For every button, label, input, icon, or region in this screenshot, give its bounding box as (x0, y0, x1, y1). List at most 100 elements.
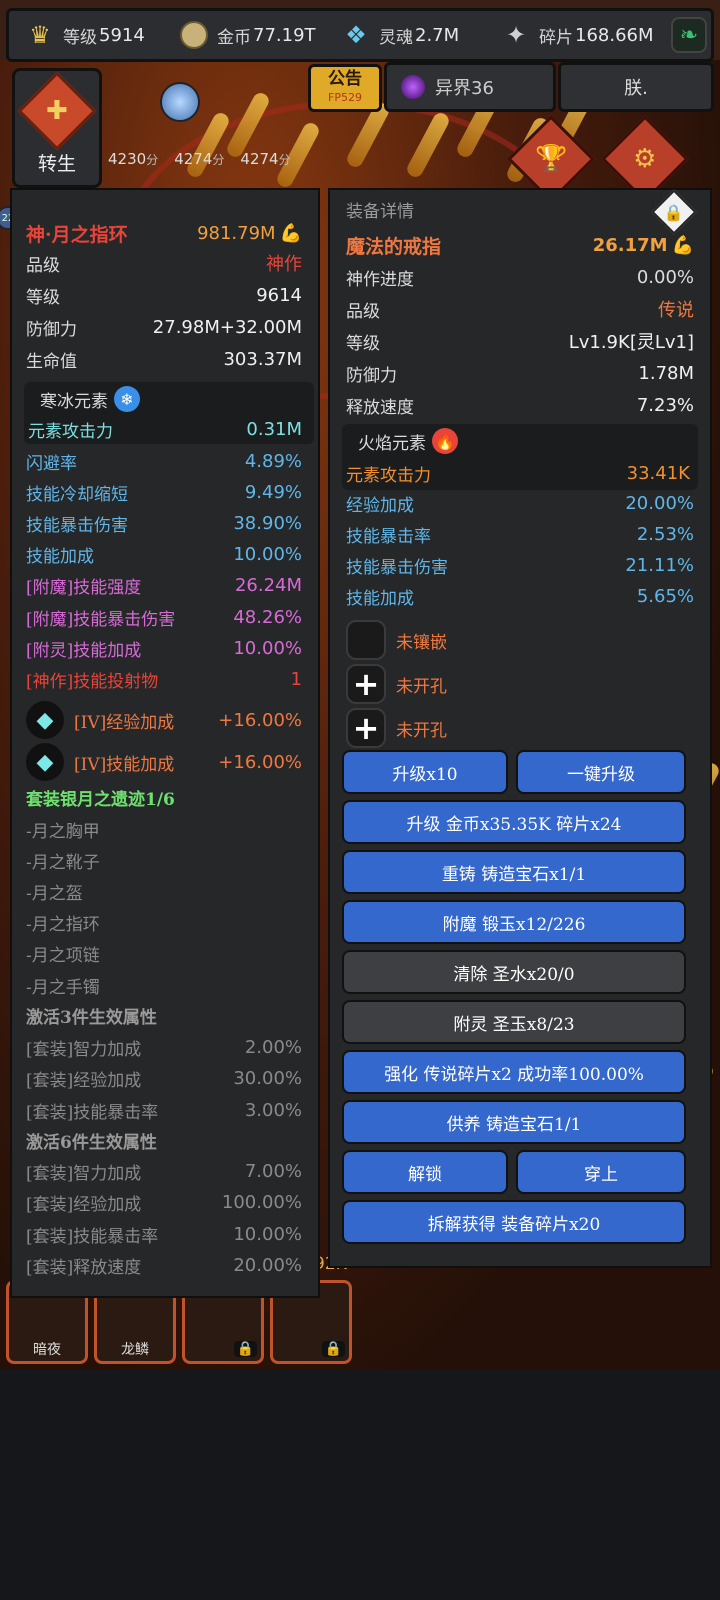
reforge-button[interactable]: 重铸 铸造宝石x1/1 (342, 850, 686, 894)
stat-label: [套装]技能暴击率 (26, 1102, 159, 1123)
set-bonus-row: [套装]释放速度 20.00% (12, 1251, 318, 1281)
score-value: 4274 (240, 150, 279, 168)
stat-label: -月之项链 (26, 946, 100, 967)
spirit-button[interactable]: 附灵 圣玉x8/23 (342, 1000, 686, 1044)
stat-label: -月之盔 (26, 883, 83, 904)
tile-label: 龙鳞 (121, 1342, 149, 1358)
stat-value: 7.23% (636, 394, 694, 416)
plus-icon[interactable]: + (346, 708, 386, 748)
stat-label: [套装]经验加成 (26, 1195, 142, 1215)
slot-label: 未镶嵌 (396, 633, 447, 653)
ice-element-box: 寒冰元素 ❄ 元素攻击力 0.31M (24, 382, 314, 444)
stat-value: 10.00% (233, 1223, 302, 1245)
stat-label: 品级 (346, 301, 380, 322)
one-key-upgrade-button[interactable]: 一键升级 (516, 750, 686, 794)
gold-label: 金币 (217, 27, 251, 48)
stat-label: 等级 (26, 287, 60, 308)
stat-value: 21.11% (625, 554, 694, 576)
stat-row: 释放速度 7.23% (330, 390, 710, 420)
stat-value: 10.00% (233, 637, 302, 659)
fragment-resource: ✦ 碎片 168.66M (499, 11, 654, 59)
stat-label: 生命值 (26, 351, 77, 372)
stat-value: 传说 (658, 300, 694, 321)
orb-icon[interactable] (160, 82, 200, 122)
power-value: 26.17M (592, 234, 668, 256)
stat-label: -月之手镯 (26, 977, 100, 998)
set-bonus-row: [套装]智力加成 7.00% (12, 1156, 318, 1186)
stat-value: 10.00% (233, 544, 302, 566)
gem-iv-icon[interactable]: ◆ (26, 701, 64, 739)
item-header: 魔法的戒指 26.17M 💪 (330, 230, 710, 260)
score-2: 4274分 (174, 150, 224, 168)
power-value: 981.79M (197, 222, 276, 244)
stat-label: 技能加成 (26, 547, 94, 568)
stat-label: 神作进度 (346, 269, 414, 290)
empty-slot-icon[interactable] (346, 620, 386, 660)
stat-row: 生命值 303.37M (12, 344, 318, 374)
stat-row: 品级 神作 (12, 248, 318, 278)
element-attack-value: 33.41K (626, 462, 690, 484)
set-bonus-row: [套装]技能暴击率 10.00% (12, 1219, 318, 1249)
leaf-icon[interactable]: ❧ (671, 17, 707, 53)
gem-label: [IV]经验加成 (74, 712, 175, 733)
equip-button[interactable]: 穿上 (516, 1150, 686, 1194)
plus-icon[interactable]: + (346, 664, 386, 704)
item-name: 魔法的戒指 (346, 235, 442, 258)
upgrade-x10-button[interactable]: 升级x10 (342, 750, 508, 794)
clear-button[interactable]: 清除 圣水x20/0 (342, 950, 686, 994)
score-value: 4230 (108, 150, 147, 168)
soul-resource: ❖ 灵魂 2.7M (339, 11, 459, 59)
stat-value: 5.65% (636, 585, 694, 607)
soul-label: 灵魂 (379, 27, 413, 48)
notice-button[interactable]: 公告 FP529 (308, 64, 382, 112)
soul-icon: ❖ (345, 21, 367, 49)
set-bonus-row: [套装]经验加成 30.00% (12, 1064, 318, 1094)
gem-row: ◆ [IV]经验加成 +16.00% (12, 700, 318, 740)
gem-value: +16.00% (218, 751, 302, 773)
element-attack-value: 0.31M (246, 418, 302, 440)
stat-row: 技能暴击伤害 38.90% (12, 508, 318, 538)
rebirth-button[interactable]: ✚ 转生 (12, 68, 102, 188)
element-name: 寒冰元素 (40, 391, 108, 412)
slot-label: 未开孔 (396, 677, 447, 697)
element-title: 火焰元素 🔥 (344, 426, 698, 456)
dismantle-button[interactable]: 拆解获得 装备碎片x20 (342, 1200, 686, 1244)
diamond-icon[interactable]: ◆ (26, 743, 64, 781)
set-bonus-row: [套装]经验加成 100.00% (12, 1188, 318, 1218)
stat-value: 303.37M (223, 348, 302, 370)
score-value: 4274 (174, 150, 213, 168)
stat-label: [套装]智力加成 (26, 1039, 142, 1060)
otherworld-button[interactable]: 异界36 (384, 62, 556, 112)
portal-icon (401, 75, 425, 99)
element-title: 寒冰元素 ❄ (26, 384, 314, 414)
stat-row: 技能暴击率 2.53% (330, 519, 710, 549)
stat-label: 等级 (346, 333, 380, 354)
player-button[interactable]: 朕. (558, 62, 714, 112)
gem-value: +16.00% (218, 709, 302, 731)
stat-row: 神作进度 0.00% (330, 262, 710, 292)
detail-title: 装备详情 (346, 201, 414, 222)
gold-resource: 金币 77.19T (177, 11, 316, 59)
unlock-button[interactable]: 解锁 (342, 1150, 508, 1194)
set-item-row: -月之靴子 (12, 845, 318, 875)
stat-label: 技能暴击伤害 (346, 557, 448, 578)
stat-value: 26.24M (234, 575, 302, 597)
rebirth-label: 转生 (37, 153, 76, 175)
enchant-button[interactable]: 附魔 锻玉x12/226 (342, 900, 686, 944)
stat-label: 技能加成 (346, 588, 414, 609)
strengthen-button[interactable]: 强化 传说碎片x2 成功率100.00% (342, 1050, 686, 1094)
set-item-row: -月之胸甲 (12, 814, 318, 844)
stat-label: 技能冷却缩短 (26, 484, 128, 505)
fragment-value: 168.66M (575, 24, 654, 46)
upgrade-button[interactable]: 升级 金币x35.35K 碎片x24 (342, 800, 686, 844)
element-attack-row: 元素攻击力 0.31M (12, 414, 318, 444)
flame-icon: 🔥 (432, 428, 458, 454)
stat-label: -月之靴子 (26, 852, 100, 873)
set-title: 套装银月之遗迹1/6 (26, 789, 175, 810)
fragment-icon: ✦ (505, 21, 527, 49)
offer-button[interactable]: 供养 铸造宝石1/1 (342, 1100, 686, 1144)
score-1: 4230分 (108, 150, 158, 168)
lock-icon: 🔒 (321, 1341, 345, 1357)
set6-title-row: 激活6件生效属性 (12, 1125, 318, 1155)
stat-value: 3.00% (244, 1099, 302, 1121)
